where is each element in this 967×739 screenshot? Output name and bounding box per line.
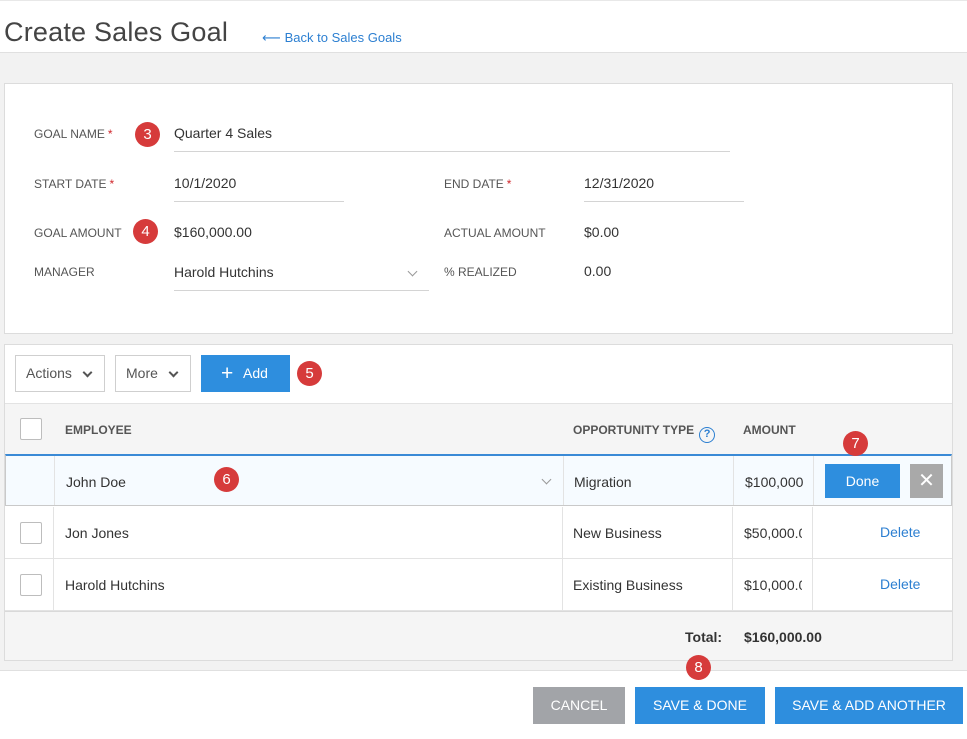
more-label: More	[126, 365, 158, 381]
column-divider	[732, 507, 733, 558]
chevron-down-icon	[82, 367, 93, 378]
goal-details-form: GOAL NAME * 3 Quarter 4 Sales START DATE *…	[4, 83, 953, 334]
callout-badge-8: 8	[686, 655, 711, 680]
chevron-down-icon[interactable]	[407, 266, 418, 277]
percent-realized-value: 0.00	[584, 263, 612, 279]
required-marker: *	[506, 177, 512, 191]
page-header: Create Sales Goal ⟵ Back to Sales Goals	[0, 0, 967, 53]
start-date-input[interactable]: 10/1/2020	[174, 175, 236, 191]
more-dropdown-button[interactable]: More	[115, 355, 191, 392]
table-row[interactable]: Jon Jones New Business $50,000.0 Delete	[5, 507, 952, 559]
delete-row-link[interactable]: Delete	[880, 524, 920, 540]
add-label: Add	[243, 365, 268, 381]
column-divider	[733, 456, 734, 505]
back-arrow-icon: ⟵	[262, 30, 281, 45]
opportunity-type-cell: New Business	[573, 525, 662, 541]
column-divider	[812, 559, 813, 610]
actions-dropdown-button[interactable]: Actions	[15, 355, 105, 392]
goal-name-input[interactable]: Quarter 4 Sales	[174, 125, 272, 141]
end-date-label: END DATE *	[444, 177, 512, 191]
goal-name-underline	[174, 151, 730, 152]
column-divider	[54, 456, 55, 505]
actual-amount-label: ACTUAL AMOUNT	[444, 226, 546, 240]
goal-name-label: GOAL NAME *	[34, 127, 113, 141]
total-value: $160,000.00	[744, 629, 822, 645]
manager-label: MANAGER	[34, 265, 95, 279]
done-button[interactable]: Done	[825, 464, 900, 498]
goal-amount-label: GOAL AMOUNT	[34, 226, 122, 240]
save-and-done-button[interactable]: SAVE & DONE	[635, 687, 765, 724]
callout-badge-3: 3	[135, 122, 160, 147]
opportunity-type-cell: Existing Business	[573, 577, 683, 593]
employee-cell: Harold Hutchins	[65, 577, 165, 593]
required-marker: *	[107, 127, 113, 141]
amount-input[interactable]: $100,000	[745, 456, 803, 505]
column-divider	[562, 507, 563, 558]
page-title: Create Sales Goal	[4, 17, 229, 47]
save-and-add-another-button[interactable]: SAVE & ADD ANOTHER	[775, 687, 963, 724]
back-link-label: Back to Sales Goals	[284, 30, 402, 45]
required-marker: *	[109, 177, 115, 191]
close-icon[interactable]: ✕	[910, 464, 943, 498]
start-date-label: START DATE *	[34, 177, 115, 191]
start-date-underline	[174, 201, 344, 202]
amount-cell: $10,000.0	[744, 577, 802, 593]
callout-badge-5: 5	[297, 361, 322, 386]
back-to-sales-goals-link[interactable]: ⟵ Back to Sales Goals	[262, 30, 402, 46]
row-checkbox[interactable]	[20, 522, 42, 544]
column-divider	[563, 456, 564, 505]
table-header: EMPLOYEE OPPORTUNITY TYPE? AMOUNT	[5, 403, 952, 455]
delete-row-link[interactable]: Delete	[880, 576, 920, 592]
end-date-underline	[584, 201, 744, 202]
column-divider	[813, 456, 814, 505]
plus-icon: +	[221, 362, 234, 385]
select-all-checkbox[interactable]	[20, 418, 42, 440]
column-header-opportunity-type[interactable]: OPPORTUNITY TYPE?	[573, 423, 716, 443]
employee-cell: Jon Jones	[65, 525, 129, 541]
callout-badge-4: 4	[133, 219, 158, 244]
opportunity-type-select[interactable]: Migration	[574, 456, 734, 505]
cancel-button[interactable]: CANCEL	[533, 687, 625, 724]
manager-underline	[174, 290, 429, 291]
percent-realized-label: % REALIZED	[444, 265, 517, 279]
actual-amount-value: $0.00	[584, 224, 620, 240]
column-divider	[53, 507, 54, 558]
column-divider	[53, 559, 54, 610]
total-label: Total:	[685, 629, 723, 645]
table-row-editing[interactable]: John Doe 6 Migration $100,000 Done ✕	[5, 454, 952, 506]
callout-badge-6: 6	[214, 467, 239, 492]
form-footer: 8 CANCEL SAVE & DONE SAVE & ADD ANOTHER	[0, 655, 967, 739]
goal-amount-value: $160,000.00	[174, 224, 252, 240]
row-checkbox[interactable]	[20, 574, 42, 596]
column-divider	[812, 507, 813, 558]
manager-select[interactable]: Harold Hutchins	[174, 264, 274, 280]
goal-employees-grid: Actions More + Add 5 EMPLOYEE OPPORTUNIT…	[4, 344, 953, 661]
chevron-down-icon	[168, 367, 179, 378]
add-row-button[interactable]: + Add	[201, 355, 290, 392]
column-header-amount[interactable]: AMOUNT	[743, 423, 796, 437]
column-header-employee[interactable]: EMPLOYEE	[65, 423, 132, 437]
column-divider	[732, 559, 733, 610]
callout-badge-7: 7	[843, 431, 868, 456]
total-row: Total: $160,000.00	[5, 611, 952, 660]
help-icon[interactable]: ?	[699, 427, 716, 443]
end-date-input[interactable]: 12/31/2020	[584, 175, 654, 191]
column-divider	[562, 559, 563, 610]
amount-cell: $50,000.0	[744, 525, 802, 541]
actions-label: Actions	[26, 365, 72, 381]
table-row[interactable]: Harold Hutchins Existing Business $10,00…	[5, 559, 952, 611]
employee-select[interactable]: John Doe	[66, 456, 546, 505]
